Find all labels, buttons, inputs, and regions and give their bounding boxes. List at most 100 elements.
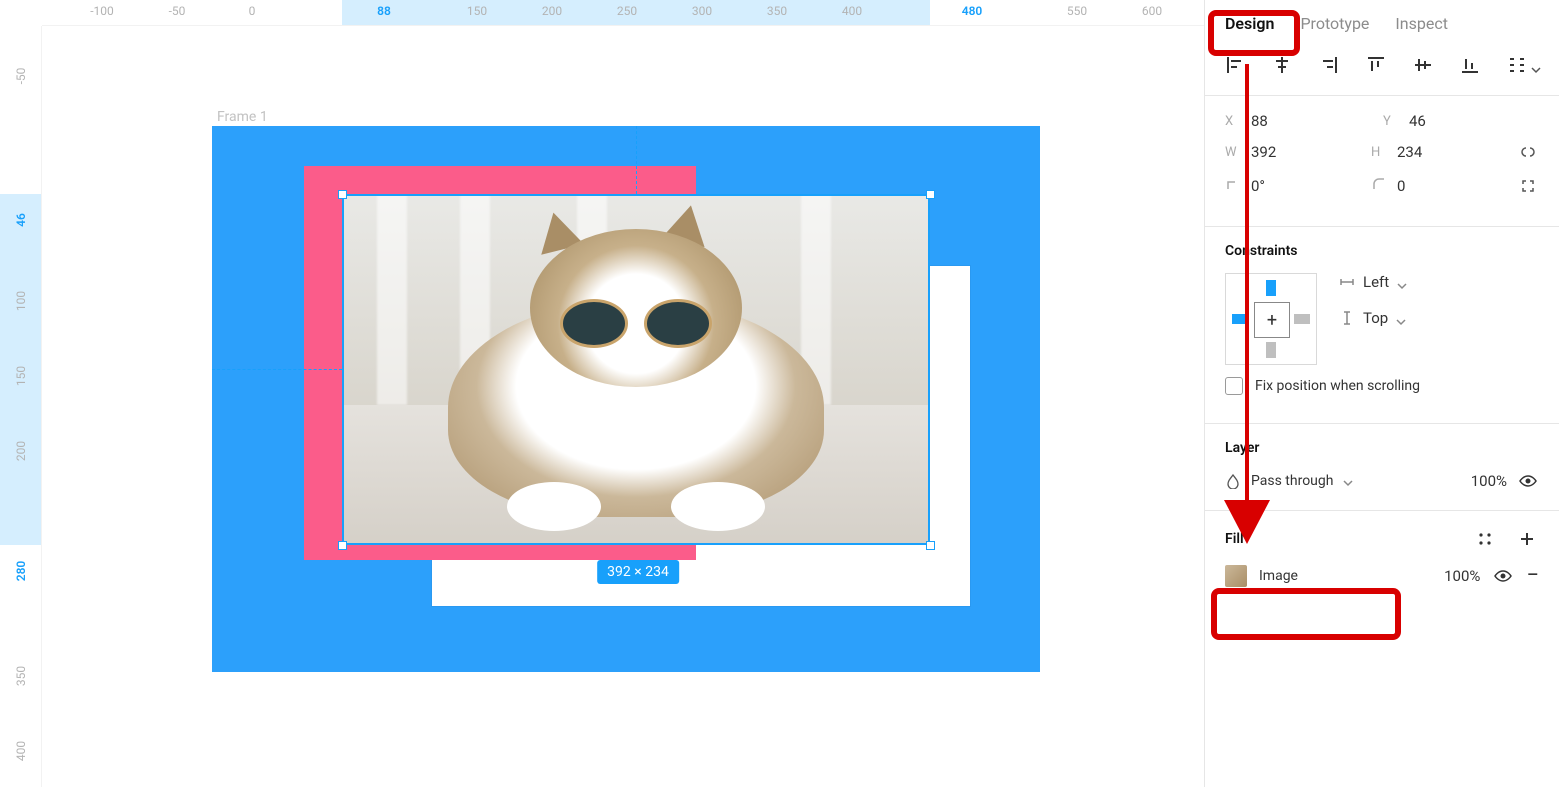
selection-handle-sw[interactable] <box>338 541 347 550</box>
w-label: W <box>1225 145 1243 160</box>
layer-title: Layer <box>1225 440 1539 456</box>
tab-prototype[interactable]: Prototype <box>1300 14 1369 33</box>
ruler-h-tick: 350 <box>767 4 787 18</box>
constraint-h-value: Left <box>1363 273 1389 291</box>
constraint-v-select[interactable]: Top <box>1339 309 1407 327</box>
link-dimensions-icon[interactable] <box>1517 140 1539 164</box>
cat-paw <box>671 482 765 531</box>
canvas-region[interactable]: -100 -50 0 88 150 200 250 300 350 400 48… <box>0 0 1204 787</box>
ruler-h-tick: -50 <box>169 4 186 18</box>
ruler-v-sel-end: 280 <box>14 561 28 582</box>
smart-guide-horizontal <box>212 369 342 370</box>
fix-position-label: Fix position when scrolling <box>1255 378 1420 394</box>
y-field[interactable]: Y 46 <box>1383 112 1531 130</box>
h-field[interactable]: H 234 <box>1371 143 1507 161</box>
corner-radius-field[interactable]: 0 <box>1371 176 1507 196</box>
ruler-horizontal[interactable]: -100 -50 0 88 150 200 250 300 350 400 48… <box>42 0 1204 26</box>
constraints-title: Constraints <box>1225 243 1539 259</box>
layer-opacity-value[interactable]: 100% <box>1447 472 1507 490</box>
x-value[interactable]: 88 <box>1251 112 1268 130</box>
constraint-right-indicator[interactable] <box>1294 314 1310 324</box>
visibility-toggle-icon[interactable] <box>1517 470 1539 492</box>
selection-handle-se[interactable] <box>926 541 935 550</box>
ruler-v-tick: 400 <box>14 741 28 761</box>
ruler-h-tick: 0 <box>249 4 256 18</box>
style-picker-icon[interactable] <box>1473 527 1497 551</box>
ruler-v-tick: 150 <box>14 366 28 386</box>
chevron-down-icon <box>1343 476 1353 486</box>
h-label: H <box>1371 145 1389 160</box>
selection-handle-ne[interactable] <box>926 190 935 199</box>
fill-swatch[interactable] <box>1225 565 1247 587</box>
align-vcenter-icon[interactable] <box>1411 53 1434 77</box>
blend-mode-value: Pass through <box>1251 473 1333 489</box>
ruler-v-sel-start: 46 <box>14 213 28 227</box>
ruler-h-tick: 600 <box>1142 4 1162 18</box>
ruler-h-tick: 250 <box>617 4 637 18</box>
properties-panel: Design Prototype Inspect X 88 <box>1204 0 1559 787</box>
fill-visibility-icon[interactable] <box>1492 565 1514 587</box>
add-fill-icon[interactable] <box>1515 527 1539 551</box>
tidy-up-icon[interactable] <box>1505 53 1529 77</box>
ruler-vertical[interactable]: -50 46 100 150 200 280 350 400 <box>0 26 42 787</box>
ruler-h-tick: 150 <box>467 4 487 18</box>
cat-paw <box>507 482 601 531</box>
ruler-h-sel-start: 88 <box>377 4 391 18</box>
remove-fill-icon[interactable]: − <box>1526 565 1539 587</box>
tab-inspect[interactable]: Inspect <box>1395 14 1448 33</box>
constraint-top-indicator[interactable] <box>1266 280 1276 296</box>
rotation-icon <box>1225 176 1243 196</box>
chevron-down-icon[interactable] <box>1531 60 1541 70</box>
ruler-v-tick: 100 <box>14 291 28 311</box>
layer-section: Layer Pass through 100% <box>1205 424 1559 511</box>
ruler-h-tick: -100 <box>90 4 114 18</box>
chevron-down-icon <box>1397 277 1407 287</box>
ruler-h-tick: 550 <box>1067 4 1087 18</box>
h-value[interactable]: 234 <box>1397 143 1422 161</box>
constraints-widget[interactable]: + <box>1225 273 1317 365</box>
annotation-arrow-line <box>1245 64 1249 532</box>
tab-design[interactable]: Design <box>1225 14 1274 33</box>
selected-image[interactable] <box>342 194 930 545</box>
align-right-icon[interactable] <box>1317 53 1340 77</box>
align-row <box>1205 43 1559 96</box>
smart-guide-vertical <box>636 126 637 194</box>
align-top-icon[interactable] <box>1364 53 1387 77</box>
corner-icon <box>1371 176 1389 196</box>
ruler-h-sel-end: 480 <box>962 4 983 18</box>
chevron-down-icon <box>1396 313 1406 323</box>
x-label: X <box>1225 114 1243 129</box>
constraint-h-select[interactable]: Left <box>1339 273 1407 291</box>
fill-type[interactable]: Image <box>1259 568 1408 584</box>
fix-position-checkbox[interactable] <box>1225 377 1243 395</box>
frame-label[interactable]: Frame 1 <box>217 109 268 125</box>
independent-corners-icon[interactable] <box>1517 174 1539 198</box>
align-hcenter-icon[interactable] <box>1270 53 1293 77</box>
canvas-viewport[interactable]: Frame 1 <box>42 26 1204 787</box>
ruler-v-tick: 350 <box>14 666 28 686</box>
corner-value[interactable]: 0 <box>1397 177 1405 195</box>
horizontal-icon <box>1339 274 1355 290</box>
constraint-center-icon[interactable]: + <box>1254 302 1290 338</box>
y-value[interactable]: 46 <box>1409 112 1426 130</box>
w-value[interactable]: 392 <box>1251 143 1276 161</box>
vertical-icon <box>1339 310 1355 326</box>
annotation-arrow-head <box>1224 500 1270 544</box>
selection-handle-nw[interactable] <box>338 190 347 199</box>
constraints-section: Constraints + Left <box>1205 227 1559 424</box>
transform-section: X 88 Y 46 W 392 H 234 <box>1205 96 1559 227</box>
cat-sunglasses-icon <box>560 299 713 348</box>
align-left-icon[interactable] <box>1223 53 1246 77</box>
ruler-v-tick: 200 <box>14 441 28 461</box>
fill-opacity-value[interactable]: 100% <box>1420 567 1480 585</box>
blend-mode-select[interactable]: Pass through <box>1225 473 1437 489</box>
droplet-icon <box>1225 473 1241 489</box>
ruler-h-tick: 200 <box>542 4 562 18</box>
ruler-h-tick: 400 <box>842 4 862 18</box>
photo-slat <box>377 194 407 405</box>
align-bottom-icon[interactable] <box>1458 53 1481 77</box>
constraint-bottom-indicator[interactable] <box>1266 342 1276 358</box>
rotation-value[interactable]: 0° <box>1251 177 1265 195</box>
ruler-v-tick: -50 <box>14 68 28 85</box>
y-label: Y <box>1383 114 1401 129</box>
